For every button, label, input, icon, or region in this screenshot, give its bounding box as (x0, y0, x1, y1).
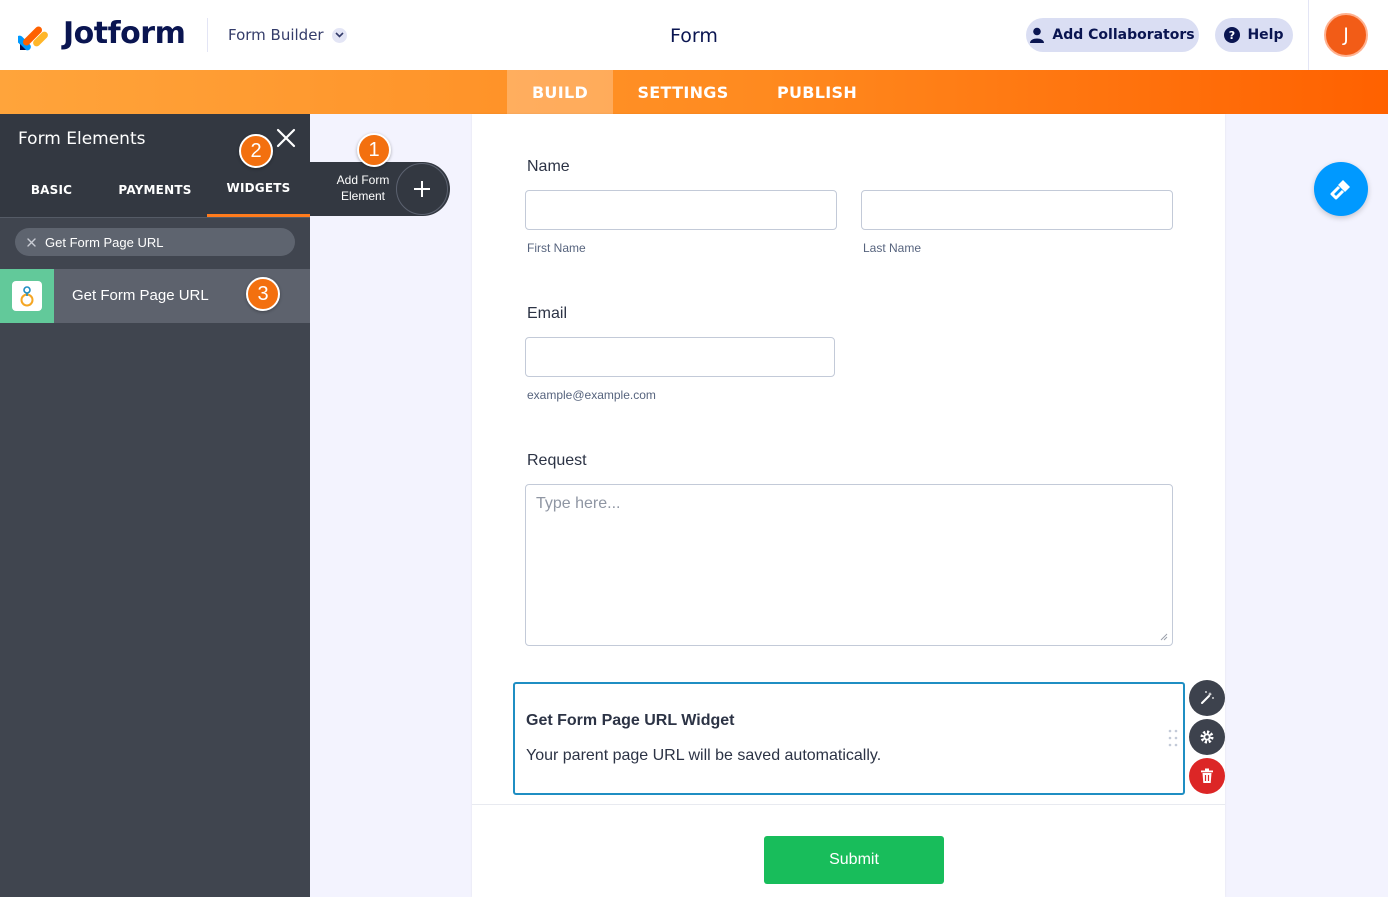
last-name-input[interactable] (861, 190, 1173, 230)
svg-text:?: ? (1229, 29, 1235, 42)
name-label[interactable]: Name (527, 158, 570, 176)
panel-title: Form Elements (18, 129, 146, 149)
resize-handle-icon[interactable] (1160, 633, 1168, 641)
top-header: Jotform Form Builder Form Add Collaborat… (0, 0, 1388, 70)
form-builder-switcher[interactable]: Form Builder (228, 26, 347, 44)
nav-tab-publish[interactable]: PUBLISH (766, 70, 868, 114)
form-builder-label: Form Builder (228, 26, 324, 44)
submit-divider (472, 804, 1225, 805)
widget-field-description: Your parent page URL will be saved autom… (526, 747, 882, 764)
add-collaborators-label: Add Collaborators (1052, 27, 1195, 43)
element-search-input[interactable]: Get Form Page URL (15, 228, 295, 256)
header-divider (207, 18, 208, 52)
request-placeholder: Type here... (536, 495, 621, 512)
widget-item-label: Get Form Page URL (72, 287, 209, 304)
search-value: Get Form Page URL (45, 234, 164, 250)
question-icon: ? (1224, 27, 1241, 43)
step-badge-2: 2 (239, 134, 273, 168)
step-badge-1: 1 (357, 133, 391, 167)
close-icon[interactable] (276, 128, 296, 148)
form-designer-button[interactable] (1314, 162, 1368, 216)
wand-icon (1201, 691, 1214, 704)
field-wizard-button[interactable] (1189, 680, 1225, 716)
field-delete-button[interactable] (1189, 758, 1225, 794)
email-input[interactable] (525, 337, 835, 377)
submit-button[interactable]: Submit (764, 836, 944, 884)
get-form-page-url-widget-icon (12, 281, 42, 311)
form-canvas: Name First Name Last Name Email example@… (472, 114, 1225, 897)
add-form-element-button[interactable]: Add Form Element (310, 162, 450, 216)
first-name-input[interactable] (525, 190, 837, 230)
field-settings-button[interactable] (1189, 719, 1225, 755)
paint-roller-icon (1330, 180, 1350, 200)
brand-name[interactable]: Jotform (63, 16, 186, 51)
header-divider-right (1308, 0, 1309, 70)
nav-tab-build[interactable]: BUILD (507, 70, 613, 114)
first-name-sublabel[interactable]: First Name (527, 241, 586, 255)
clear-icon[interactable] (27, 237, 36, 247)
jotform-logo-icon[interactable] (18, 20, 50, 52)
form-elements-panel: Form Elements BASIC PAYMENTS WIDGETS Get… (0, 114, 310, 897)
tab-basic[interactable]: BASIC (0, 162, 103, 217)
help-label: Help (1247, 27, 1284, 43)
user-avatar[interactable]: J (1324, 13, 1368, 57)
plus-icon (396, 163, 448, 215)
trash-icon (1201, 768, 1213, 783)
builder-nav-bar: BUILD SETTINGS PUBLISH (0, 70, 1388, 114)
request-textarea[interactable]: Type here... (525, 484, 1173, 646)
widget-field-title: Get Form Page URL Widget (526, 712, 735, 729)
chevron-down-icon (331, 27, 347, 43)
email-sublabel[interactable]: example@example.com (527, 388, 656, 402)
gear-icon (1200, 730, 1214, 744)
add-collaborators-button[interactable]: Add Collaborators (1026, 18, 1199, 52)
email-label[interactable]: Email (527, 305, 567, 323)
add-form-element-label: Add Form Element (336, 173, 390, 203)
request-label[interactable]: Request (527, 452, 587, 470)
tab-widgets[interactable]: WIDGETS (207, 162, 310, 217)
help-button[interactable]: ? Help (1215, 18, 1293, 52)
user-icon (1030, 27, 1045, 43)
nav-tab-settings[interactable]: SETTINGS (625, 70, 741, 114)
tab-payments[interactable]: PAYMENTS (103, 162, 207, 217)
tabs-divider (0, 217, 310, 218)
get-form-page-url-widget-field[interactable]: Get Form Page URL Widget Your parent pag… (513, 682, 1185, 795)
last-name-sublabel[interactable]: Last Name (863, 241, 921, 255)
form-title[interactable]: Form (670, 25, 718, 47)
widget-icon-tile (0, 269, 54, 323)
drag-handle-icon[interactable] (1167, 728, 1179, 748)
element-tabs: BASIC PAYMENTS WIDGETS (0, 162, 310, 217)
step-badge-3: 3 (246, 277, 280, 311)
